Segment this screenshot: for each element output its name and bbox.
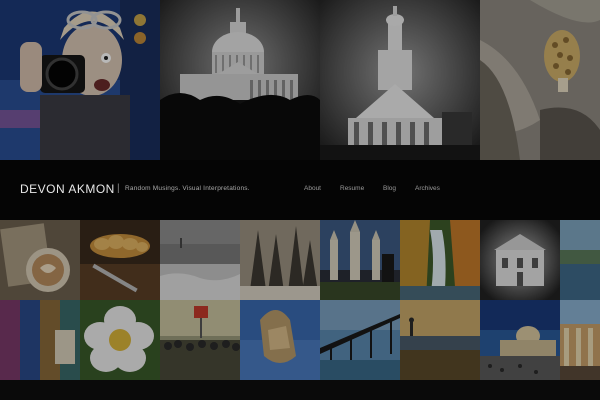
photo-thumb-coast[interactable] — [560, 220, 600, 300]
photo-thumb-winter-trees[interactable] — [240, 220, 320, 300]
photo-thumb-cathedral[interactable] — [320, 220, 400, 300]
white-flower-image — [80, 300, 160, 380]
title-separator: | — [117, 183, 120, 194]
photo-thumb-rock[interactable] — [240, 300, 320, 380]
photographer-image — [0, 0, 160, 160]
photo-thumb-capitol[interactable] — [160, 0, 320, 160]
nav-link-archives[interactable]: Archives — [415, 185, 440, 192]
photo-thumb-colonnade[interactable] — [560, 300, 600, 380]
photo-thumb-person-beach[interactable] — [400, 300, 480, 380]
site-header: DEVON AKMON | Random Musings. Visual Int… — [0, 160, 600, 220]
photo-thumb-bread[interactable] — [80, 220, 160, 300]
bread-image — [80, 220, 160, 300]
coast-image — [560, 220, 600, 300]
textiles-image — [0, 300, 80, 380]
photo-thumb-basilica[interactable] — [480, 300, 560, 380]
person-beach-image — [400, 300, 480, 380]
photo-thumb-pier[interactable] — [320, 300, 400, 380]
photo-thumb-white-flower[interactable] — [80, 300, 160, 380]
photo-thumb-festival[interactable] — [160, 300, 240, 380]
church-image — [320, 0, 480, 160]
nav-link-resume[interactable]: Resume — [340, 185, 364, 192]
waterfall-image — [400, 220, 480, 300]
nav-link-blog[interactable]: Blog — [383, 185, 396, 192]
photo-thumb-mushroom[interactable] — [480, 0, 600, 160]
photo-thumb-old-building[interactable] — [480, 220, 560, 300]
basilica-image — [480, 300, 560, 380]
nav-link-about[interactable]: About — [304, 185, 321, 192]
photo-thumb-church[interactable] — [320, 0, 480, 160]
festival-image — [160, 300, 240, 380]
photo-thumb-photographer[interactable] — [0, 0, 160, 160]
old-building-image — [480, 220, 560, 300]
coffee-image — [0, 220, 80, 300]
photo-thumb-coffee[interactable] — [0, 220, 80, 300]
site-title-link[interactable]: DEVON AKMON — [20, 182, 115, 196]
photo-thumb-textiles[interactable] — [0, 300, 80, 380]
photo-thumb-waterfall[interactable] — [400, 220, 480, 300]
rock-image — [240, 300, 320, 380]
site-tagline: Random Musings. Visual Interpretations. — [125, 185, 250, 192]
capitol-image — [160, 0, 320, 160]
photo-thumb-beach-fog[interactable] — [160, 220, 240, 300]
mushroom-image — [480, 0, 600, 160]
cathedral-image — [320, 220, 400, 300]
beach-fog-image — [160, 220, 240, 300]
colonnade-image — [560, 300, 600, 380]
pier-image — [320, 300, 400, 380]
winter-trees-image — [240, 220, 320, 300]
page-footer-strip — [0, 380, 600, 400]
